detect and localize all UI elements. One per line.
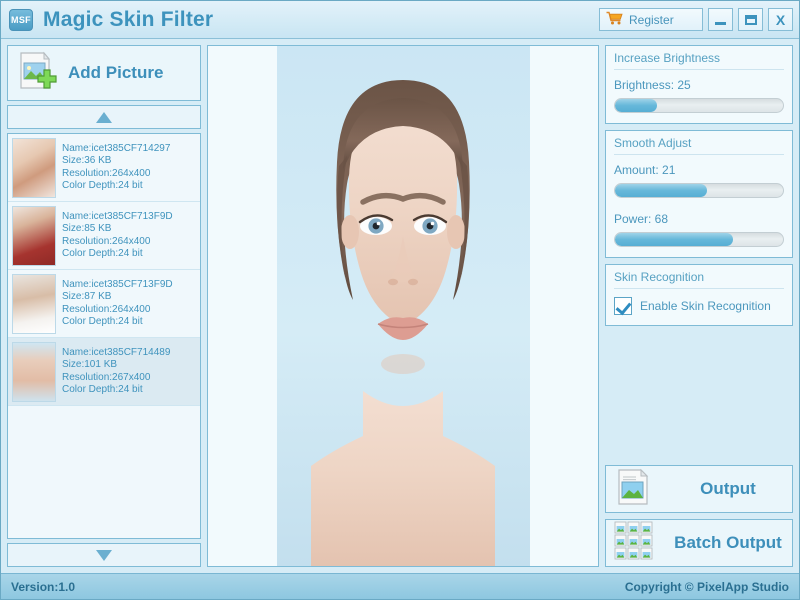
file-resolution: Resolution:264x400: [62, 167, 151, 179]
file-list[interactable]: Name:icet385CF714297 Size:36 KB Resoluti…: [7, 133, 201, 539]
amount-slider[interactable]: [614, 183, 784, 198]
list-item[interactable]: Name:icet385CF713F9D Size:87 KB Resoluti…: [8, 270, 200, 338]
output-button[interactable]: Output: [605, 465, 793, 513]
thumbnail: [12, 137, 56, 198]
main-body: Add Picture Name:icet385CF714297 Size:36…: [1, 39, 799, 573]
list-item[interactable]: Name:icet385CF713F9D Size:85 KB Resoluti…: [8, 202, 200, 270]
triangle-up-icon: [96, 111, 112, 123]
minimize-button[interactable]: [708, 8, 733, 31]
add-picture-label: Add Picture: [68, 63, 164, 82]
amount-value-label: Amount: 21: [614, 163, 676, 177]
batch-output-button[interactable]: Batch Output: [605, 519, 793, 567]
output-label: Output: [700, 479, 756, 498]
list-item[interactable]: Name:icet385CF714297 Size:36 KB Resoluti…: [8, 134, 200, 202]
app-icon: MSF: [9, 8, 33, 31]
file-resolution: Resolution:264x400: [62, 235, 151, 247]
list-item[interactable]: Name:icet385CF714489 Size:101 KB Resolut…: [8, 338, 200, 406]
batch-output-icon: [614, 521, 654, 566]
portrait-illustration: [276, 46, 530, 566]
cart-icon: [606, 11, 623, 28]
right-spacer: [605, 332, 793, 459]
power-slider-fill: [615, 233, 733, 246]
register-button[interactable]: Register: [599, 8, 703, 31]
minimize-icon: [715, 21, 726, 25]
add-picture-button[interactable]: Add Picture: [7, 45, 201, 101]
file-meta: Name:icet385CF714297 Size:36 KB Resoluti…: [62, 143, 170, 193]
preview-image: [276, 46, 530, 566]
skin-panel-title: Skin Recognition: [614, 270, 784, 289]
thumbnail: [12, 341, 56, 402]
enable-skin-recognition-row[interactable]: Enable Skin Recognition: [614, 297, 784, 315]
file-depth: Color Depth:24 bit: [62, 384, 143, 395]
scroll-down-button[interactable]: [7, 543, 201, 567]
title-bar: MSF Magic Skin Filter Register X: [1, 1, 799, 39]
brightness-slider-fill: [615, 99, 657, 112]
amount-slider-fill: [615, 184, 708, 197]
maximize-button[interactable]: [738, 8, 763, 31]
app-window: MSF Magic Skin Filter Register X Add Pic…: [0, 0, 800, 600]
file-meta: Name:icet385CF713F9D Size:87 KB Resoluti…: [62, 279, 173, 329]
thumbnail: [12, 273, 56, 334]
image-preview-panel[interactable]: [207, 45, 599, 567]
version-label: Version:1.0: [11, 579, 76, 594]
smooth-panel-title: Smooth Adjust: [614, 136, 784, 155]
enable-skin-recognition-checkbox[interactable]: [614, 297, 632, 315]
file-depth: Color Depth:24 bit: [62, 248, 143, 259]
enable-skin-recognition-label: Enable Skin Recognition: [640, 299, 771, 313]
batch-output-label: Batch Output: [674, 533, 782, 552]
file-name: Name:icet385CF714297: [62, 142, 171, 154]
output-icon: [614, 467, 654, 512]
file-meta: Name:icet385CF713F9D Size:85 KB Resoluti…: [62, 211, 173, 261]
status-bar: Version:1.0 Copyright © PixelApp Studio: [1, 573, 799, 599]
file-resolution: Resolution:264x400: [62, 303, 151, 315]
app-title: Magic Skin Filter: [43, 7, 214, 31]
file-resolution: Resolution:267x400: [62, 371, 151, 383]
scroll-up-button[interactable]: [7, 105, 201, 129]
file-name: Name:icet385CF713F9D: [62, 278, 173, 290]
file-size: Size:36 KB: [62, 155, 112, 166]
triangle-down-icon: [96, 549, 112, 561]
window-controls: Register X: [599, 8, 793, 31]
file-name: Name:icet385CF713F9D: [62, 210, 173, 222]
file-size: Size:87 KB: [62, 291, 112, 302]
brightness-panel: Increase Brightness Brightness: 25: [605, 45, 793, 124]
left-panel: Add Picture Name:icet385CF714297 Size:36…: [7, 45, 201, 567]
file-size: Size:101 KB: [62, 359, 118, 370]
file-depth: Color Depth:24 bit: [62, 316, 143, 327]
power-slider[interactable]: [614, 232, 784, 247]
brightness-value-label: Brightness: 25: [614, 78, 691, 92]
copyright-label: Copyright © PixelApp Studio: [624, 579, 789, 594]
right-panel: Increase Brightness Brightness: 25 Smoot…: [605, 45, 793, 567]
skin-recognition-panel: Skin Recognition Enable Skin Recognition: [605, 264, 793, 326]
file-size: Size:85 KB: [62, 223, 112, 234]
file-name: Name:icet385CF714489: [62, 346, 171, 358]
file-depth: Color Depth:24 bit: [62, 180, 143, 191]
add-picture-icon: [16, 50, 58, 97]
close-button[interactable]: X: [768, 8, 793, 31]
brightness-panel-title: Increase Brightness: [614, 51, 784, 70]
maximize-icon: [744, 14, 757, 25]
brightness-slider[interactable]: [614, 98, 784, 113]
smooth-adjust-panel: Smooth Adjust Amount: 21 Power: 68: [605, 130, 793, 258]
register-label: Register: [629, 12, 674, 27]
file-meta: Name:icet385CF714489 Size:101 KB Resolut…: [62, 347, 170, 397]
thumbnail: [12, 205, 56, 266]
power-value-label: Power: 68: [614, 212, 669, 226]
